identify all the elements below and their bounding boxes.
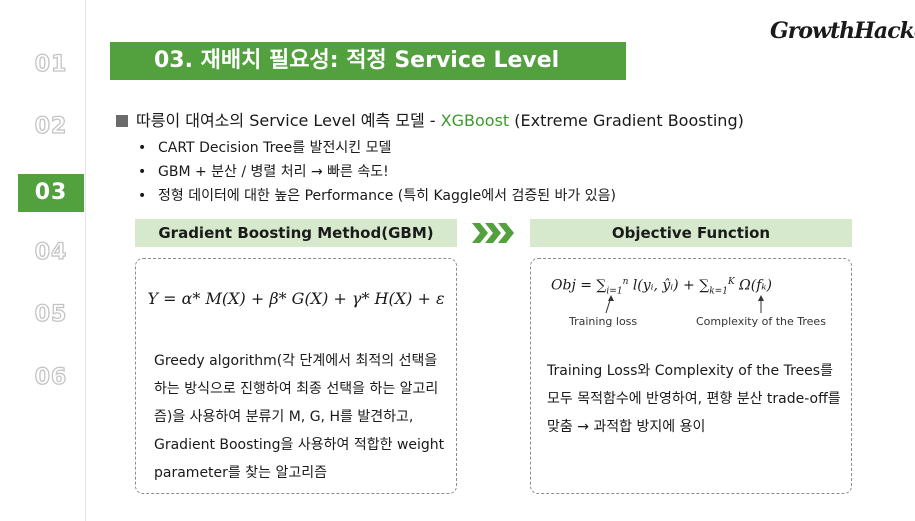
gbm-label: Gradient Boosting Method(GBM) xyxy=(135,219,457,247)
feature-list: • CART Decision Tree를 발전시킨 모델 • GBM + 분산 /… xyxy=(138,136,616,208)
section-heading: 따릉이 대여소의 Service Level 예측 모델 - XGBoost (… xyxy=(116,107,744,131)
list-item: • 정형 데이터에 대한 높은 Performance (특히 Kaggle에서 … xyxy=(138,184,616,208)
bullet-dot-icon: • xyxy=(138,164,147,180)
nav-item-06[interactable]: 06 xyxy=(18,361,84,395)
heading-accent: XGBoost xyxy=(440,111,510,130)
heading-prefix: 따릉이 대여소의 Service Level 예측 모델 - xyxy=(136,111,441,130)
nav-item-04[interactable]: 04 xyxy=(18,236,84,270)
list-item-text: CART Decision Tree를 발전시킨 모델 xyxy=(158,140,392,156)
gbm-description: Greedy algorithm(각 단계에서 최적의 선택을 하는 방식으로 … xyxy=(154,353,445,481)
page-title: 03. 재배치 필요성: 적정 Service Level xyxy=(154,48,560,73)
training-loss-label: Training loss xyxy=(569,315,638,328)
objective-description: Training Loss와 Complexity of the Trees를 … xyxy=(547,363,841,435)
section-nav: 01 02 03 04 05 06 xyxy=(0,0,86,521)
nav-item-03[interactable]: 03 xyxy=(18,174,84,212)
brand-logo: GrowthHackers xyxy=(770,18,915,44)
objective-function-label: Objective Function xyxy=(530,219,852,247)
objective-panel: Obj = ∑i=1n l(yᵢ, ŷᵢ) + ∑k=1K Ω(fₖ) Trai… xyxy=(530,258,852,494)
heading-suffix: (Extreme Gradient Boosting) xyxy=(509,111,744,130)
list-item: • GBM + 분산 / 병렬 처리 → 빠른 속도! xyxy=(138,160,616,184)
list-item-text: 정형 데이터에 대한 높은 Performance (특히 Kaggle에서 검… xyxy=(158,188,616,204)
triple-chevron-right-icon xyxy=(472,223,514,243)
list-item-text: GBM + 분산 / 병렬 처리 → 빠른 속도! xyxy=(158,164,389,180)
bullet-dot-icon: • xyxy=(138,140,147,156)
list-item: • CART Decision Tree를 발전시킨 모델 xyxy=(138,136,616,160)
complexity-label: Complexity of the Trees xyxy=(696,315,826,328)
bullet-dot-icon: • xyxy=(138,188,147,204)
slide-title-bar: 03. 재배치 필요성: 적정 Service Level xyxy=(110,42,626,80)
gbm-formula: Y = α* M(X) + β* G(X) + γ* H(X) + ε xyxy=(147,289,445,308)
square-bullet-icon xyxy=(116,115,128,127)
gbm-panel: Y = α* M(X) + β* G(X) + γ* H(X) + ε Gree… xyxy=(135,258,457,494)
nav-item-02[interactable]: 02 xyxy=(18,110,84,144)
nav-item-05[interactable]: 05 xyxy=(18,298,84,332)
nav-item-01[interactable]: 01 xyxy=(18,48,84,82)
